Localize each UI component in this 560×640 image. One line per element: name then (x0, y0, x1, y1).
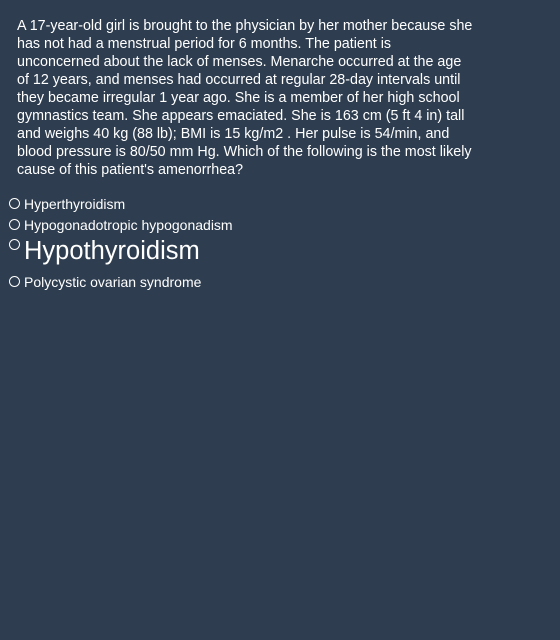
option-label: Polycystic ovarian syndrome (24, 274, 202, 290)
option-hypothyroidism[interactable]: Hypothyroidism (8, 237, 548, 271)
radio-button-hyperthyroidism[interactable] (9, 198, 20, 209)
option-hyperthyroidism[interactable]: Hyperthyroidism (8, 195, 548, 216)
option-label: Hypothyroidism (24, 237, 200, 265)
radio-button-hypothyroidism[interactable] (9, 239, 20, 250)
question-text: A 17-year-old girl is brought to the phy… (17, 18, 473, 178)
option-label: Hypogonadotropic hypogonadism (24, 217, 233, 233)
option-polycystic-ovarian-syndrome[interactable]: Polycystic ovarian syndrome (8, 273, 548, 293)
radio-button-hypogonadotropic-hypogonadism[interactable] (9, 219, 20, 230)
answer-options: Hyperthyroidism Hypogonadotropic hypogon… (8, 195, 548, 293)
option-label: Hyperthyroidism (24, 196, 126, 212)
radio-button-polycystic-ovarian-syndrome[interactable] (9, 276, 20, 287)
